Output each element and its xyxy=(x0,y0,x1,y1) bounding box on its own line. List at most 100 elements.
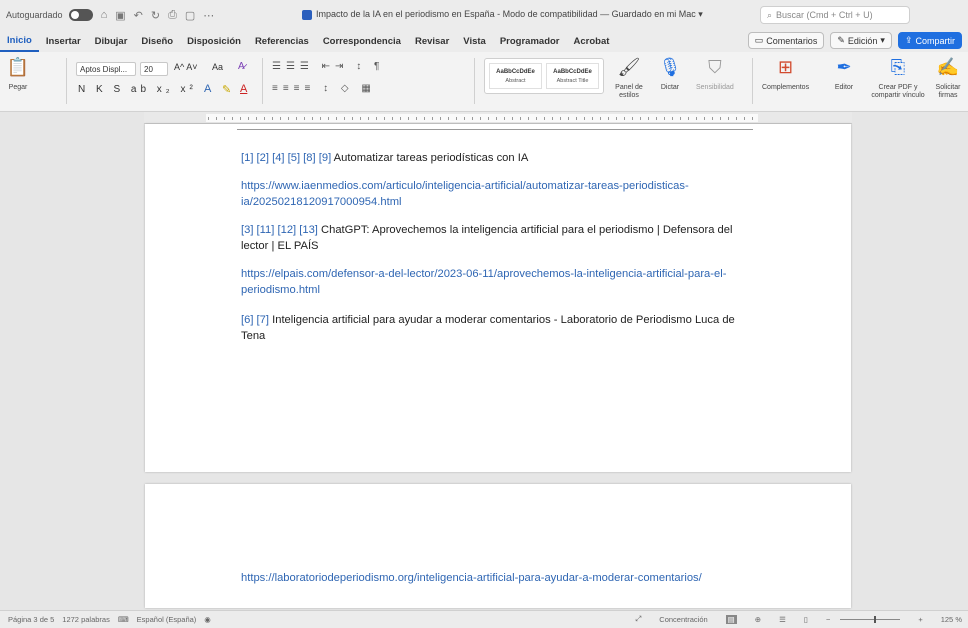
ruler-tick xyxy=(752,117,753,120)
reference-entry[interactable]: [6] [7] Inteligencia artificial para ayu… xyxy=(241,312,761,344)
ruler-tick xyxy=(608,117,609,120)
reference-title: Automatizar tareas periodísticas con IA xyxy=(331,152,529,164)
tab-dibujar[interactable]: Dibujar xyxy=(88,30,135,52)
addins-button[interactable]: ⊞ Complementos xyxy=(762,56,809,92)
font-size-select[interactable]: 20 xyxy=(140,62,168,76)
reference-url[interactable]: https://www.iaenmedios.com/articulo/inte… xyxy=(241,178,761,210)
print-icon[interactable]: ⎙ xyxy=(168,9,177,22)
tab-diseno[interactable]: Diseño xyxy=(134,30,180,52)
ribbon-divider xyxy=(262,58,263,104)
ruler-tick xyxy=(328,117,329,120)
more-icon[interactable]: ⋯ xyxy=(203,9,214,22)
style-abstract[interactable]: AaBbCcDdEe Abstract xyxy=(489,63,542,89)
word-count[interactable]: 1272 palabras xyxy=(62,615,110,624)
text-format-buttons[interactable]: N K S ab x₂ x² xyxy=(78,84,197,95)
tab-correspondencia[interactable]: Correspondencia xyxy=(316,30,408,52)
autosave-label: Autoguardado xyxy=(6,10,63,20)
ruler-tick xyxy=(288,117,289,120)
tab-insertar[interactable]: Insertar xyxy=(39,30,88,52)
tab-programador[interactable]: Programador xyxy=(493,30,567,52)
zoom-level[interactable]: 125 % xyxy=(941,615,962,624)
font-grow-shrink-buttons[interactable]: A^ A˅ xyxy=(174,62,198,72)
text-effects-icon[interactable]: A xyxy=(204,83,211,95)
ruler-tick xyxy=(432,117,433,120)
draft-view-icon[interactable]: ▯ xyxy=(804,615,808,624)
new-document-icon[interactable]: ▢ xyxy=(185,9,195,22)
document-page[interactable]: [1] [2] [4] [5] [8] [9] Automatizar tare… xyxy=(145,124,851,472)
font-name-select[interactable]: Aptos Displ... xyxy=(76,62,136,76)
outline-view-icon[interactable]: ☰ xyxy=(779,615,786,624)
redo-icon[interactable]: ↻ xyxy=(151,9,160,22)
editing-mode-button[interactable]: ✎ Edición ▾ xyxy=(830,32,892,49)
accessibility-icon[interactable]: ◉ xyxy=(204,615,211,624)
undo-icon[interactable]: ↶ xyxy=(134,9,143,22)
ruler-tick xyxy=(680,117,681,120)
reference-entry[interactable]: [1] [2] [4] [5] [8] [9] Automatizar tare… xyxy=(241,150,761,166)
styles-gallery[interactable]: AaBbCcDdEe Abstract AaBbCcDdEe Abstract … xyxy=(484,58,604,94)
ribbon-divider xyxy=(752,58,753,104)
ribbon-home: 📋 Pegar Aptos Displ... 20 A^ A˅ Aa A̷ N … xyxy=(0,52,968,112)
tab-referencias[interactable]: Referencias xyxy=(248,30,316,52)
create-pdf-button[interactable]: ⎘ Crear PDF y compartir vínculo xyxy=(870,56,926,99)
tab-disposicion[interactable]: Disposición xyxy=(180,30,248,52)
tab-acrobat[interactable]: Acrobat xyxy=(567,30,617,52)
list-buttons[interactable]: ☰☰☰ ⇤⇥ ↕ ¶ xyxy=(272,61,384,72)
save-icon[interactable]: ▣ xyxy=(115,9,125,22)
zoom-in-icon[interactable]: + xyxy=(918,615,922,624)
sensitivity-icon: ⛉ xyxy=(708,57,722,78)
clear-formatting-icon[interactable]: A̷ xyxy=(238,61,245,72)
comments-label: Comentarios xyxy=(766,35,818,46)
ruler-tick xyxy=(424,117,425,120)
dictate-button[interactable]: 🎙 Dictar xyxy=(658,56,682,92)
reference-url[interactable]: https://laboratoriodeperiodismo.org/inte… xyxy=(241,570,761,586)
change-case-button[interactable]: Aa xyxy=(212,62,223,72)
sensitivity-button[interactable]: ⛉ Sensibilidad xyxy=(696,56,734,92)
share-button[interactable]: ⇪ Compartir xyxy=(897,32,962,49)
document-title[interactable]: Impacto de la IA en el periodismo en Esp… xyxy=(302,9,703,20)
alignment-buttons[interactable]: ≡≡≡≡ ↕ ◇ ▦ xyxy=(272,83,376,94)
ruler-tick xyxy=(280,117,281,120)
reference-numbers[interactable]: [6] [7] xyxy=(241,314,269,326)
horizontal-ruler[interactable] xyxy=(144,112,852,124)
ruler-tick xyxy=(576,117,577,120)
reference-numbers[interactable]: [1] [2] [4] [5] [8] [9] xyxy=(241,152,331,164)
focus-mode-button[interactable]: Concentración xyxy=(659,615,707,624)
styles-pane-icon: 🖌 xyxy=(617,57,641,78)
zoom-out-icon[interactable]: − xyxy=(826,615,830,624)
editor-button[interactable]: ✒ Editor xyxy=(832,56,856,92)
document-page[interactable]: https://laboratoriodeperiodismo.org/inte… xyxy=(145,484,851,608)
ruler-tick xyxy=(272,117,273,120)
reference-entry[interactable]: [3] [11] [12] [13] ChatGPT: Aprovechemos… xyxy=(241,222,761,254)
reference-url[interactable]: https://elpais.com/defensor-a-del-lector… xyxy=(241,266,761,298)
paste-button[interactable]: 📋 Pegar xyxy=(6,56,30,92)
styles-panel-button[interactable]: 🖌 Panel de estilos xyxy=(612,56,646,99)
autosave-toggle[interactable] xyxy=(68,9,93,21)
style-sample: AaBbCcDdEe xyxy=(553,68,592,75)
search-input[interactable]: ⌕ Buscar (Cmd + Ctrl + U) xyxy=(760,6,910,24)
reference-numbers[interactable]: [3] [11] [12] [13] xyxy=(241,224,318,236)
styles-panel-label: Panel de estilos xyxy=(615,84,643,99)
ruler-tick xyxy=(528,117,529,120)
request-signatures-button[interactable]: ✍ Solicitar firmas xyxy=(932,56,964,99)
page-count[interactable]: Página 3 de 5 xyxy=(8,615,54,624)
ruler-tick xyxy=(696,117,697,120)
title-bar: Autoguardado ⌂ ▣ ↶ ↻ ⎙ ▢ ⋯ Impacto de la… xyxy=(0,0,968,30)
zoom-slider[interactable] xyxy=(840,615,901,623)
font-color-icon[interactable]: A xyxy=(240,83,247,95)
ruler-tick xyxy=(736,117,737,120)
comments-button[interactable]: ▭ Comentarios xyxy=(747,32,825,49)
tab-inicio[interactable]: Inicio xyxy=(0,30,39,52)
print-layout-icon[interactable]: ▤ xyxy=(725,614,737,624)
language-indicator[interactable]: Español (España) xyxy=(137,615,197,624)
ruler-tick xyxy=(688,117,689,120)
highlight-color-icon[interactable]: ✎ xyxy=(222,83,231,96)
proofing-icon[interactable]: ⌨ xyxy=(118,615,129,624)
focus-icon: ⤢ xyxy=(635,614,642,623)
tab-vista[interactable]: Vista xyxy=(456,30,493,52)
ruler-tick xyxy=(248,117,249,120)
style-abstract-title[interactable]: AaBbCcDdEe Abstract Title xyxy=(546,63,599,89)
style-sample: AaBbCcDdEe xyxy=(496,68,535,75)
tab-revisar[interactable]: Revisar xyxy=(408,30,456,52)
web-layout-icon[interactable]: ⊕ xyxy=(755,615,761,624)
home-icon[interactable]: ⌂ xyxy=(101,9,108,22)
